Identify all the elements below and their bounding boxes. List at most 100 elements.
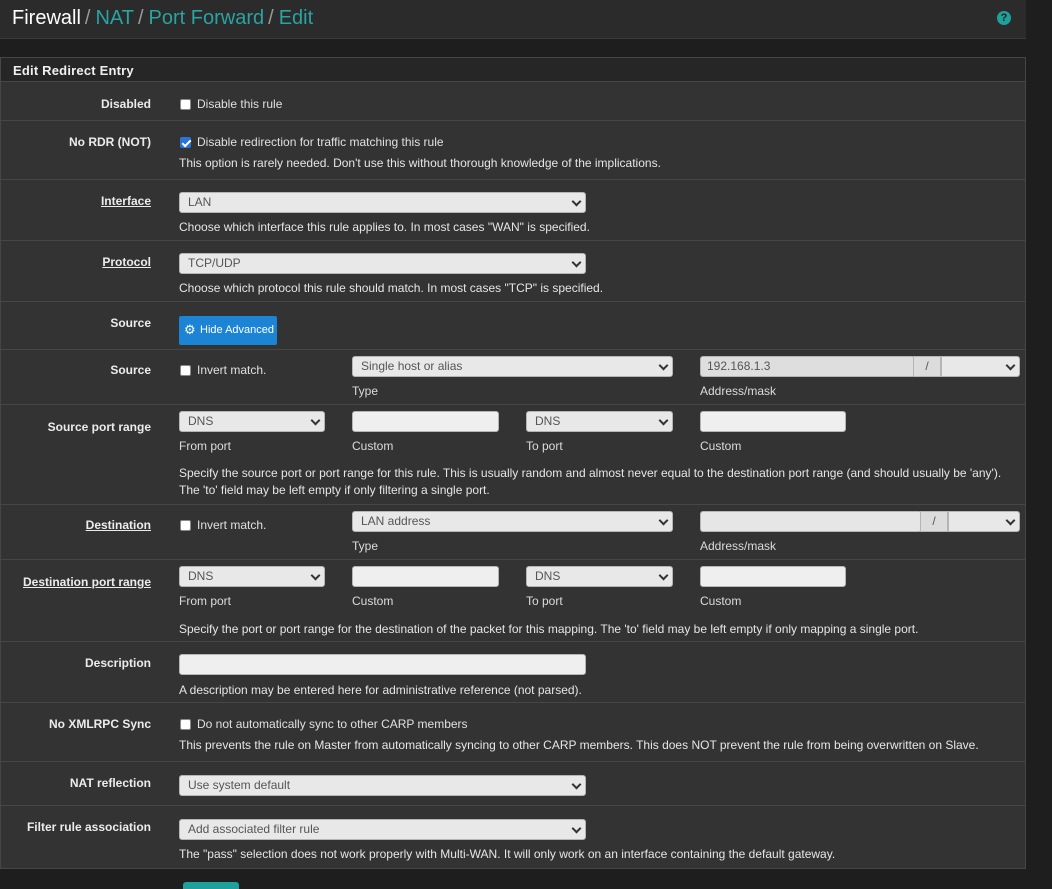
row-nordr: No RDR (NOT) Disable redirection for tra… — [1, 121, 1025, 180]
dest-to-caption: To port — [526, 594, 563, 608]
chevron-down-icon — [658, 360, 669, 371]
description-help: A description may be entered here for ad… — [179, 683, 582, 697]
row-filter-assoc: Filter rule association Add associated f… — [1, 806, 1025, 868]
source-type-caption: Type — [352, 384, 379, 398]
description-input[interactable] — [179, 654, 586, 675]
chevron-down-icon — [310, 415, 321, 426]
nordr-checkbox-label: Disable redirection for traffic matching… — [197, 135, 444, 149]
interface-select[interactable]: LAN — [179, 192, 586, 213]
source-port-help: Specify the source port or port range fo… — [179, 466, 1002, 497]
edit-redirect-panel: Edit Redirect Entry Disabled Disable thi… — [0, 57, 1026, 869]
filter-assoc-label: Filter rule association — [26, 820, 151, 834]
breadcrumb: Firewall / NAT / Port Forward / Edit — [12, 7, 314, 29]
chevron-down-icon — [658, 415, 669, 426]
dest-custom1-caption: Custom — [352, 594, 394, 608]
breadcrumb-port-forward[interactable]: Port Forward — [149, 7, 265, 29]
dest-custom2-caption: Custom — [700, 594, 742, 608]
disabled-checkbox-label: Disable this rule — [197, 97, 283, 111]
question-circle-icon[interactable]: ? — [997, 11, 1011, 25]
breadcrumb-firewall: Firewall — [12, 7, 81, 29]
protocol-label: Protocol — [102, 255, 151, 269]
source-custom2-caption: Custom — [700, 439, 742, 453]
chevron-down-icon — [571, 823, 582, 834]
source-custom1-caption: Custom — [352, 439, 394, 453]
xmlrpc-label: No XMLRPC Sync — [48, 717, 151, 731]
source-type-select[interactable]: Single host or alias — [352, 356, 673, 377]
breadcrumb-edit[interactable]: Edit — [279, 7, 313, 29]
row-destination: Destination Invert match. LAN address Ty… — [1, 505, 1025, 560]
source-from-custom-input[interactable] — [352, 411, 499, 432]
disabled-label: Disabled — [100, 97, 151, 111]
source-to-caption: To port — [526, 439, 563, 453]
source-to-port-select[interactable]: DNS — [526, 411, 673, 432]
row-interface: Interface LAN Choose which interface thi… — [1, 180, 1025, 241]
destination-label: Destination — [85, 518, 151, 532]
protocol-select[interactable]: TCP/UDP — [179, 253, 586, 274]
xmlrpc-help: This prevents the rule on Master from au… — [179, 738, 979, 752]
row-source: Source Invert match. Single host or alia… — [1, 350, 1025, 405]
nat-reflection-label: NAT reflection — [69, 776, 151, 790]
interface-help: Choose which interface this rule applies… — [179, 220, 590, 234]
nordr-checkbox[interactable] — [180, 137, 191, 148]
source-from-caption: From port — [179, 439, 232, 453]
source-address-caption: Address/mask — [700, 384, 777, 398]
chevron-down-icon — [1005, 515, 1016, 526]
breadcrumb-nat[interactable]: NAT — [95, 7, 134, 29]
filter-assoc-help: The "pass" selection does not work prope… — [179, 847, 836, 861]
row-xmlrpc: No XMLRPC Sync Do not automatically sync… — [1, 703, 1025, 762]
row-source-port: Source port range DNS From port Custom D… — [1, 405, 1025, 505]
dest-port-help: Specify the port or port range for the d… — [179, 622, 919, 636]
destination-address-input[interactable] — [700, 511, 922, 532]
destination-type-caption: Type — [352, 539, 379, 553]
destination-mask-separator: / — [920, 511, 948, 532]
nordr-label: No RDR (NOT) — [69, 135, 151, 149]
dest-from-caption: From port — [179, 594, 232, 608]
description-label: Description — [84, 656, 151, 670]
row-nat-reflection: NAT reflection Use system default — [1, 762, 1025, 806]
dest-to-port-select[interactable]: DNS — [526, 566, 673, 587]
panel-heading: Edit Redirect Entry — [1, 58, 1025, 82]
nat-reflection-select[interactable]: Use system default — [179, 775, 586, 796]
interface-label: Interface — [100, 194, 151, 208]
destination-type-select[interactable]: LAN address — [352, 511, 673, 532]
source-address-input[interactable]: 192.168.1.3 — [700, 356, 915, 377]
disabled-checkbox[interactable] — [180, 99, 191, 110]
source-advanced-label: Source — [110, 316, 151, 330]
source-port-label: Source port range — [47, 420, 151, 434]
chevron-down-icon — [310, 570, 321, 581]
chevron-down-icon — [571, 779, 582, 790]
gear-icon: ⚙ — [184, 322, 196, 337]
source-mask-separator: / — [913, 356, 941, 377]
page-header: Firewall / NAT / Port Forward / Edit ? — [0, 0, 1026, 39]
source-invert-label: Invert match. — [197, 363, 267, 377]
row-disabled: Disabled Disable this rule — [1, 83, 1025, 121]
panel-title: Edit Redirect Entry — [13, 63, 134, 78]
row-source-advanced: Source ⚙ Hide Advanced — [1, 302, 1025, 350]
chevron-down-icon — [571, 196, 582, 207]
filter-assoc-select[interactable]: Add associated filter rule — [179, 819, 586, 840]
dest-port-label: Destination port range — [22, 575, 151, 589]
save-button[interactable] — [183, 882, 239, 889]
chevron-down-icon — [1005, 360, 1016, 371]
destination-mask-select[interactable] — [948, 511, 1020, 532]
dest-to-custom-input[interactable] — [700, 566, 846, 587]
destination-invert-checkbox[interactable] — [180, 520, 191, 531]
xmlrpc-checkbox[interactable] — [180, 719, 191, 730]
destination-invert-label: Invert match. — [197, 518, 267, 532]
row-dest-port: Destination port range DNS From port Cus… — [1, 560, 1025, 642]
dest-from-custom-input[interactable] — [352, 566, 499, 587]
chevron-down-icon — [658, 515, 669, 526]
destination-address-caption: Address/mask — [700, 539, 777, 553]
dest-from-port-select[interactable]: DNS — [179, 566, 325, 587]
row-description: Description A description may be entered… — [1, 642, 1025, 703]
chevron-down-icon — [571, 257, 582, 268]
source-from-port-select[interactable]: DNS — [179, 411, 325, 432]
source-to-custom-input[interactable] — [700, 411, 846, 432]
source-mask-select[interactable] — [941, 356, 1020, 377]
hide-advanced-button[interactable]: ⚙ Hide Advanced — [179, 316, 277, 345]
protocol-help: Choose which protocol this rule should m… — [179, 281, 604, 295]
row-protocol: Protocol TCP/UDP Choose which protocol t… — [1, 241, 1025, 302]
nordr-help: This option is rarely needed. Don't use … — [179, 156, 661, 170]
source-invert-checkbox[interactable] — [180, 365, 191, 376]
source-label: Source — [110, 363, 151, 377]
